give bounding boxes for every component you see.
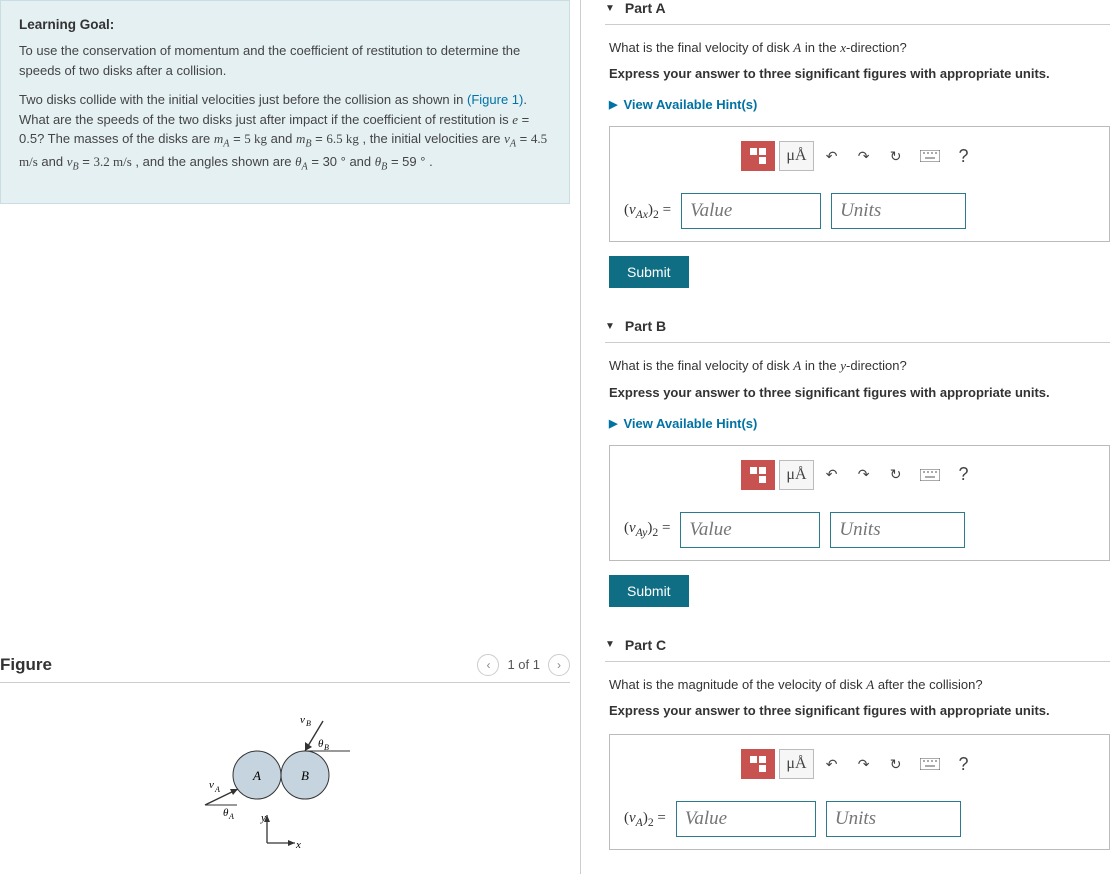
part-c-units-input[interactable] bbox=[826, 801, 961, 837]
caret-right-icon: ▶ bbox=[609, 98, 617, 111]
template-button[interactable] bbox=[741, 749, 775, 779]
svg-text:x: x bbox=[295, 839, 301, 851]
svg-text:B: B bbox=[306, 719, 311, 728]
svg-text:A: A bbox=[214, 785, 220, 794]
part-b-value-input[interactable] bbox=[680, 512, 820, 548]
svg-text:A: A bbox=[252, 768, 261, 783]
part-c-lhs: (vA)2 = bbox=[624, 810, 666, 829]
caret-down-icon: ▼ bbox=[605, 3, 615, 14]
learning-goal-heading: Learning Goal: bbox=[19, 15, 551, 35]
caret-down-icon: ▼ bbox=[605, 321, 615, 332]
template-button[interactable] bbox=[741, 460, 775, 490]
part-a-title: Part A bbox=[625, 0, 666, 16]
part-b-title: Part B bbox=[625, 318, 666, 334]
part-a-question: What is the final velocity of disk A in … bbox=[609, 39, 1110, 57]
template-button[interactable] bbox=[741, 141, 775, 171]
help-button[interactable]: ? bbox=[950, 460, 978, 490]
svg-text:B: B bbox=[324, 743, 329, 752]
part-b-directions: Express your answer to three significant… bbox=[609, 384, 1110, 402]
help-button[interactable]: ? bbox=[950, 141, 978, 171]
part-a-units-input[interactable] bbox=[831, 193, 966, 229]
part-a-answer-box: μÅ ↶ ↷ ↻ ? (vAx)2 = bbox=[609, 126, 1110, 242]
svg-text:y: y bbox=[260, 812, 266, 824]
svg-text:A: A bbox=[228, 812, 234, 821]
part-b-hints-toggle[interactable]: ▶ View Available Hint(s) bbox=[609, 416, 1110, 431]
keyboard-button[interactable] bbox=[914, 460, 946, 490]
part-b-submit-button[interactable]: Submit bbox=[609, 575, 689, 607]
part-b-units-input[interactable] bbox=[830, 512, 965, 548]
learning-goal-p1: To use the conservation of momentum and … bbox=[19, 41, 551, 80]
part-c-header[interactable]: ▼ Part C bbox=[605, 637, 1110, 662]
figure-nav: ‹ 1 of 1 › bbox=[477, 654, 570, 676]
part-c-question: What is the magnitude of the velocity of… bbox=[609, 676, 1110, 694]
figure-image: A B v A θ A v B θ B bbox=[0, 703, 570, 853]
svg-text:v: v bbox=[209, 779, 214, 791]
undo-button[interactable]: ↶ bbox=[818, 460, 846, 490]
caret-down-icon: ▼ bbox=[605, 639, 615, 650]
part-a-submit-button[interactable]: Submit bbox=[609, 256, 689, 288]
figure-counter: 1 of 1 bbox=[507, 657, 540, 672]
redo-button[interactable]: ↷ bbox=[850, 141, 878, 171]
part-c-value-input[interactable] bbox=[676, 801, 816, 837]
learning-goal-p2: Two disks collide with the initial veloc… bbox=[19, 90, 551, 175]
figure-heading: Figure bbox=[0, 655, 52, 675]
learning-goal-box: Learning Goal: To use the conservation o… bbox=[0, 0, 570, 204]
part-c-answer-box: μÅ ↶ ↷ ↻ ? (vA)2 = bbox=[609, 734, 1110, 850]
redo-button[interactable]: ↷ bbox=[850, 749, 878, 779]
units-button[interactable]: μÅ bbox=[779, 141, 813, 171]
figure-next-button[interactable]: › bbox=[548, 654, 570, 676]
figure-link[interactable]: (Figure 1) bbox=[467, 92, 523, 107]
part-a-value-input[interactable] bbox=[681, 193, 821, 229]
part-a-header[interactable]: ▼ Part A bbox=[605, 0, 1110, 25]
figure-prev-button[interactable]: ‹ bbox=[477, 654, 499, 676]
svg-text:B: B bbox=[301, 768, 309, 783]
part-b-lhs: (vAy)2 = bbox=[624, 520, 670, 539]
part-a-directions: Express your answer to three significant… bbox=[609, 65, 1110, 83]
units-button[interactable]: μÅ bbox=[779, 749, 813, 779]
part-c-title: Part C bbox=[625, 637, 666, 653]
undo-button[interactable]: ↶ bbox=[818, 749, 846, 779]
keyboard-button[interactable] bbox=[914, 749, 946, 779]
part-b-question: What is the final velocity of disk A in … bbox=[609, 357, 1110, 375]
part-b-answer-box: μÅ ↶ ↷ ↻ ? (vAy)2 = bbox=[609, 445, 1110, 561]
units-button[interactable]: μÅ bbox=[779, 460, 813, 490]
redo-button[interactable]: ↷ bbox=[850, 460, 878, 490]
part-c-directions: Express your answer to three significant… bbox=[609, 702, 1110, 720]
reset-button[interactable]: ↻ bbox=[882, 749, 910, 779]
reset-button[interactable]: ↻ bbox=[882, 141, 910, 171]
caret-right-icon: ▶ bbox=[609, 417, 617, 430]
part-b-header[interactable]: ▼ Part B bbox=[605, 318, 1110, 343]
part-a-hints-toggle[interactable]: ▶ View Available Hint(s) bbox=[609, 97, 1110, 112]
keyboard-button[interactable] bbox=[914, 141, 946, 171]
part-a-lhs: (vAx)2 = bbox=[624, 202, 671, 221]
help-button[interactable]: ? bbox=[950, 749, 978, 779]
reset-button[interactable]: ↻ bbox=[882, 460, 910, 490]
undo-button[interactable]: ↶ bbox=[818, 141, 846, 171]
svg-text:v: v bbox=[300, 714, 305, 726]
